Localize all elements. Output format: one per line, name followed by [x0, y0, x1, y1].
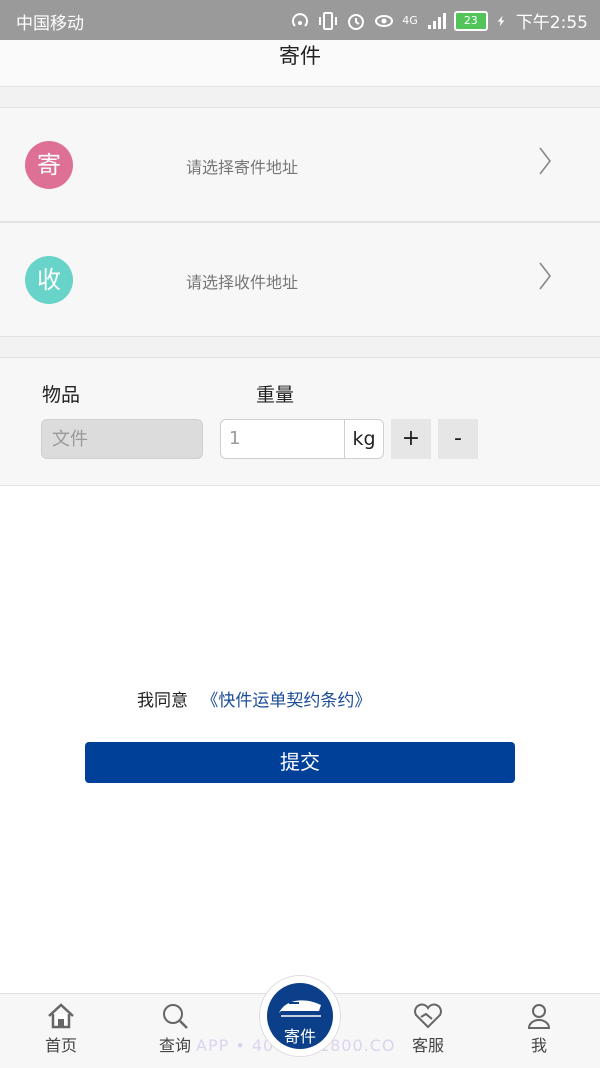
tab-send-label: 寄件	[283, 1027, 316, 1046]
tab-me[interactable]: 我	[499, 1002, 579, 1056]
search-icon	[163, 1004, 188, 1029]
weight-input[interactable]: 1 kg	[220, 419, 384, 459]
receiver-address-hint: 请选择收件地址	[186, 273, 299, 292]
charging-icon	[497, 15, 505, 26]
network-type: 4G	[402, 14, 418, 27]
section-spacer	[0, 87, 600, 107]
hotspot-icon	[292, 12, 309, 27]
agreement-link[interactable]: 《快件运单契约条约》	[201, 691, 371, 711]
weight-value: 1	[229, 428, 241, 449]
sender-address-row[interactable]: 寄 请选择寄件地址	[0, 107, 600, 222]
receiver-badge: 收	[25, 256, 73, 304]
section-spacer	[0, 337, 600, 357]
send-tab-circle: 寄件	[267, 983, 333, 1049]
weight-unit: kg	[344, 420, 383, 458]
page-title: 寄件	[279, 44, 321, 68]
status-bar: 中国移动 4G 23 下午2:55	[0, 0, 600, 40]
clock: 下午2:55	[515, 13, 588, 33]
user-icon	[527, 1004, 551, 1029]
status-icons: 4G 23 下午2:55	[290, 8, 588, 33]
tab-service[interactable]: 客服	[388, 1002, 468, 1056]
tab-service-label: 客服	[411, 1036, 444, 1055]
submit-button[interactable]: 提交	[85, 742, 515, 783]
receiver-address-row[interactable]: 收 请选择收件地址	[0, 222, 600, 337]
alarm-icon	[348, 13, 365, 30]
eye-icon	[375, 14, 394, 27]
sender-address-hint: 请选择寄件地址	[186, 158, 299, 177]
weight-decrease-button[interactable]: -	[438, 419, 478, 459]
battery-indicator: 23	[453, 10, 488, 31]
express-train-icon	[279, 1000, 321, 1017]
chevron-right-icon	[539, 262, 552, 290]
home-icon	[48, 1003, 74, 1029]
weight-increase-button[interactable]: +	[391, 419, 431, 459]
agreement-prefix: 我同意	[137, 691, 188, 711]
signal-icon	[427, 12, 446, 29]
tab-send[interactable]: 寄件	[259, 975, 341, 1057]
item-label: 物品	[42, 384, 81, 406]
weight-label: 重量	[256, 384, 295, 406]
handshake-heart-icon	[414, 1003, 442, 1029]
item-type-field[interactable]: 文件	[41, 419, 203, 459]
agreement-row: 我同意 《快件运单契约条约》	[137, 686, 371, 711]
page-header: 寄件	[0, 40, 600, 87]
goods-section: 物品 重量 文件 1 kg + -	[0, 357, 600, 486]
sender-badge: 寄	[25, 141, 73, 189]
tab-home-label: 首页	[44, 1036, 77, 1055]
carrier-label: 中国移动	[16, 14, 84, 34]
tab-home[interactable]: 首页	[21, 1002, 101, 1056]
vibrate-icon	[319, 11, 338, 30]
tab-query-label: 查询	[158, 1036, 191, 1055]
chevron-right-icon	[539, 147, 552, 175]
tab-me-label: 我	[530, 1036, 547, 1055]
